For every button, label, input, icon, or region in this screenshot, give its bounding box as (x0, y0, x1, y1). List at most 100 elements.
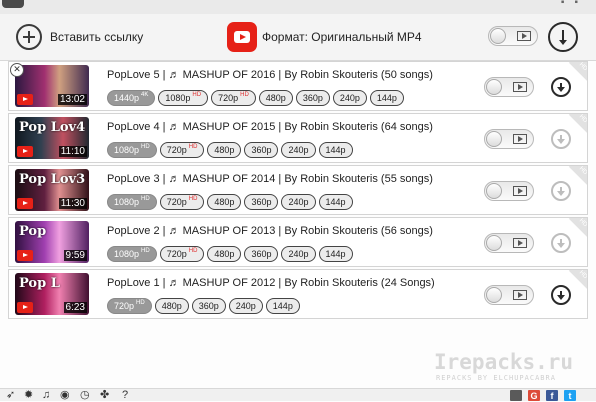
quality-label: 1080p (114, 249, 140, 259)
history-icon[interactable]: ◷ (80, 389, 90, 401)
quality-option-1080p[interactable]: 1080p HD (107, 194, 157, 210)
quality-option-1440p[interactable]: 1440p 4K (107, 90, 156, 106)
window-titlebar: ▪▪ (0, 0, 596, 14)
quality-label: 240p (339, 93, 360, 103)
video-thumbnail[interactable]: Pop L 6:23 (15, 273, 89, 315)
video-title: PopLove 1 | ♬ MASHUP OF 2012 | By Robin … (107, 277, 435, 289)
quality-label: 144p (325, 145, 346, 155)
video-audio-toggle[interactable] (484, 181, 534, 201)
quality-label: 360p (251, 197, 272, 207)
video-row[interactable]: Pop Lov3 11:30 PopLove 3 | ♬ MASHUP OF 201… (8, 165, 588, 215)
quality-label: 480p (214, 145, 235, 155)
quality-label: 720p (166, 145, 187, 155)
hd-corner-badge: HD (568, 114, 587, 134)
format-selector[interactable]: Формат: Оригинальный MP4 (262, 30, 422, 44)
quality-option-360p[interactable]: 360p (295, 90, 330, 106)
quality-option-144p[interactable]: 144p (265, 298, 300, 314)
quality-label: 240p (288, 249, 309, 259)
video-thumbnail[interactable]: Pop Lov4 11:10 (15, 117, 89, 159)
quality-option-360p[interactable]: 360p (244, 194, 279, 210)
help-icon[interactable]: ? (122, 389, 128, 401)
smart-mode-icon[interactable]: ➶ (6, 389, 15, 401)
toggle-knob (486, 235, 502, 251)
paste-link-button[interactable]: Вставить ссылку (50, 30, 143, 44)
settings-icon[interactable]: ✹ (24, 389, 33, 401)
video-thumbnail[interactable]: Pop Lov3 11:30 (15, 169, 89, 211)
tools-icon[interactable]: ✤ (100, 389, 109, 401)
quality-option-360p[interactable]: 360p (244, 246, 279, 262)
hd-corner-badge: HD (568, 270, 587, 290)
download-button[interactable] (551, 129, 571, 149)
quality-label: 720p (166, 197, 187, 207)
sound-icon[interactable]: ◉ (60, 389, 70, 401)
quality-option-1080p[interactable]: 1080p HD (158, 90, 209, 106)
video-audio-toggle[interactable] (484, 129, 534, 149)
quality-tag: 4K (141, 92, 149, 98)
video-audio-toggle[interactable] (484, 285, 534, 305)
remove-item-icon[interactable]: ✕ (10, 63, 24, 77)
hd-corner-badge: HD (568, 166, 587, 186)
twitter-icon[interactable]: t (564, 390, 576, 401)
download-all-button[interactable] (548, 22, 578, 52)
quality-option-240p[interactable]: 240p (281, 142, 316, 158)
people-icon[interactable] (510, 390, 522, 401)
quality-option-144p[interactable]: 144p (318, 246, 353, 262)
download-button[interactable] (551, 233, 571, 253)
quality-options: 1440p 4K 1080p HD 720p HD 480p 360p 240p 144p (107, 90, 407, 106)
video-audio-toggle[interactable] (484, 77, 534, 97)
window-controls[interactable]: ▪▪ (561, 0, 588, 8)
video-title: PopLove 2 | ♬ MASHUP OF 2013 | By Robin … (107, 225, 433, 237)
quality-label: 360p (302, 93, 323, 103)
quality-option-360p[interactable]: 360p (191, 298, 226, 314)
video-row[interactable]: Pop Lov4 11:10 PopLove 4 | ♬ MASHUP OF 201… (8, 113, 588, 163)
quality-option-360p[interactable]: 360p (244, 142, 279, 158)
film-icon (513, 238, 527, 248)
quality-tag: HD (240, 92, 249, 98)
video-duration: 11:10 (58, 146, 87, 157)
video-row[interactable]: Pop L 6:23 PopLove 1 | ♬ MASHUP OF 2012 | … (8, 269, 588, 319)
toggle-knob (490, 28, 506, 44)
quality-label: 144p (376, 93, 397, 103)
download-button[interactable] (551, 77, 571, 97)
quality-tag: HD (141, 196, 150, 202)
quality-option-720p[interactable]: 720p HD (107, 298, 152, 314)
quality-label: 480p (214, 197, 235, 207)
google-plus-icon[interactable]: G (528, 390, 540, 401)
youtube-format-icon[interactable] (227, 22, 257, 52)
quality-option-480p[interactable]: 480p (207, 194, 242, 210)
quality-option-480p[interactable]: 480p (207, 246, 242, 262)
quality-option-720p[interactable]: 720p HD (159, 246, 205, 262)
facebook-icon[interactable]: f (546, 390, 558, 401)
quality-option-144p[interactable]: 144p (369, 90, 404, 106)
quality-option-144p[interactable]: 144p (318, 194, 353, 210)
watermark-subtext: REPACKS BY ELCHUPACABRA (436, 374, 556, 382)
quality-option-1080p[interactable]: 1080p HD (107, 142, 157, 158)
quality-option-480p[interactable]: 480p (154, 298, 189, 314)
video-list: 13:02 PopLove 5 | ♬ MASHUP OF 2016 | By R… (8, 61, 588, 319)
quality-tag: HD (188, 144, 198, 150)
quality-option-240p[interactable]: 240p (281, 246, 316, 262)
video-title: PopLove 3 | ♬ MASHUP OF 2014 | By Robin … (107, 173, 433, 185)
window-close-button[interactable] (2, 0, 24, 8)
download-button[interactable] (551, 285, 571, 305)
quality-option-240p[interactable]: 240p (281, 194, 316, 210)
quality-option-144p[interactable]: 144p (318, 142, 353, 158)
quality-option-480p[interactable]: 480p (258, 90, 293, 106)
quality-option-240p[interactable]: 240p (332, 90, 367, 106)
global-video-toggle[interactable] (488, 26, 538, 46)
video-audio-toggle[interactable] (484, 233, 534, 253)
quality-option-720p[interactable]: 720p HD (211, 90, 256, 106)
paste-link-icon[interactable] (16, 24, 42, 50)
quality-tag: HD (141, 144, 150, 150)
download-button[interactable] (551, 181, 571, 201)
video-row[interactable]: Pop 9:59 PopLove 2 | ♬ MASHUP OF 2013 | By… (8, 217, 588, 267)
quality-option-240p[interactable]: 240p (228, 298, 263, 314)
quality-option-480p[interactable]: 480p (207, 142, 242, 158)
quality-option-1080p[interactable]: 1080p HD (107, 246, 157, 262)
video-thumbnail[interactable]: 13:02 (15, 65, 89, 107)
music-icon[interactable]: ♫ (42, 389, 50, 401)
quality-option-720p[interactable]: 720p HD (159, 142, 205, 158)
video-thumbnail[interactable]: Pop 9:59 (15, 221, 89, 263)
video-row[interactable]: 13:02 PopLove 5 | ♬ MASHUP OF 2016 | By R… (8, 61, 588, 111)
quality-option-720p[interactable]: 720p HD (159, 194, 205, 210)
